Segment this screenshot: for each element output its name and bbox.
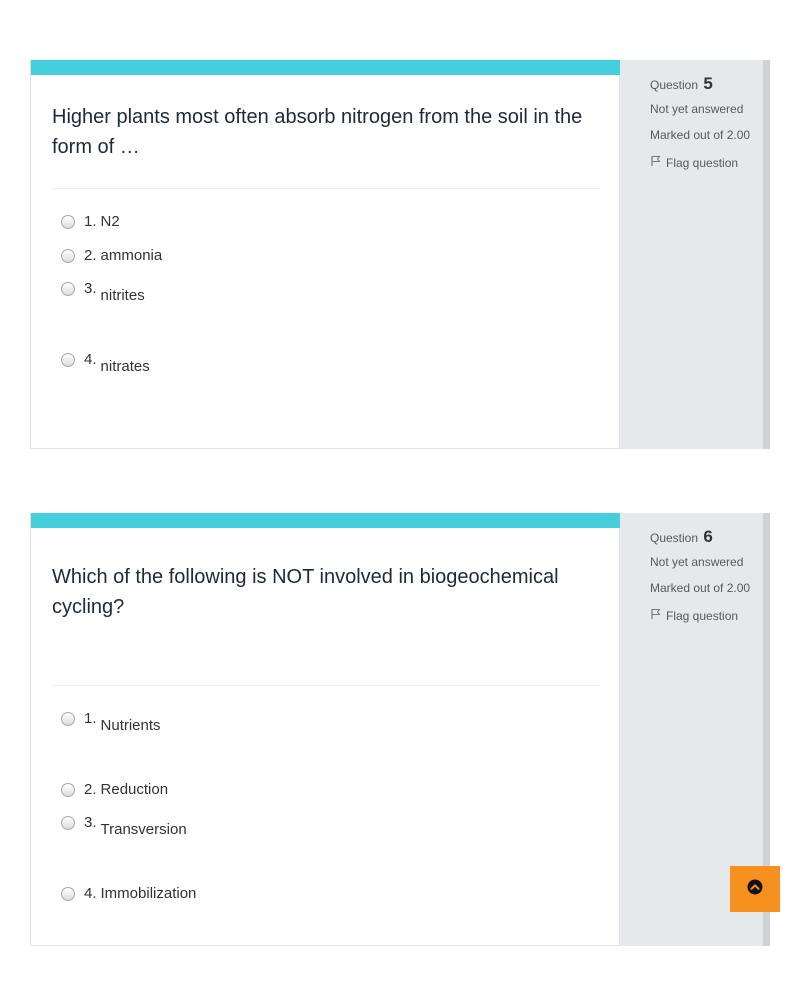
option-number: 2.	[84, 781, 97, 798]
radio-button[interactable]	[61, 282, 75, 296]
option-label: nitrites	[100, 287, 145, 304]
question-header-bar	[31, 60, 621, 75]
option-number: 4.	[84, 351, 97, 368]
answer-option-3[interactable]: 3. Transversion	[61, 814, 187, 838]
answer-option-2[interactable]: 2. Reduction	[61, 781, 168, 798]
question-state: Not yet answered	[650, 102, 744, 116]
flag-icon	[650, 608, 666, 623]
question-number-value: 5	[703, 74, 713, 93]
answer-option-2[interactable]: 2. ammonia	[61, 247, 162, 264]
question-state: Not yet answered	[650, 555, 744, 569]
question-label: Question	[650, 78, 699, 92]
question-label: Question	[650, 531, 699, 545]
flag-question-link[interactable]: Flag question	[650, 155, 738, 170]
radio-button[interactable]	[61, 887, 75, 901]
radio-button[interactable]	[61, 783, 75, 797]
flag-question-label: Flag question	[666, 155, 739, 170]
flag-question-link[interactable]: Flag question	[650, 608, 738, 623]
answer-option-3[interactable]: 3. nitrites	[61, 280, 145, 304]
radio-button[interactable]	[61, 816, 75, 830]
answer-option-4[interactable]: 4. nitrates	[61, 351, 150, 375]
question-content: Higher plants most often absorb nitrogen…	[30, 60, 621, 449]
option-label: Transversion	[100, 821, 187, 838]
option-label: Nutrients	[100, 717, 161, 734]
answer-option-1[interactable]: 1. Nutrients	[61, 710, 161, 734]
option-label: Immobilization	[100, 885, 197, 902]
option-number: 1.	[84, 710, 97, 727]
divider	[52, 685, 600, 686]
radio-button[interactable]	[61, 712, 75, 726]
question-grade: Marked out of 2.00	[650, 128, 751, 142]
option-label: ammonia	[100, 247, 163, 264]
option-number: 2.	[84, 247, 97, 264]
question-number: Question 6	[650, 527, 713, 547]
option-number: 4.	[84, 885, 97, 902]
question-text: Which of the following is NOT involved i…	[52, 566, 559, 618]
option-number: 3.	[84, 280, 97, 297]
option-label: N2	[100, 213, 120, 230]
question-grade: Marked out of 2.00	[650, 581, 751, 595]
question-content: Which of the following is NOT involved i…	[30, 513, 621, 946]
radio-button[interactable]	[61, 249, 75, 263]
radio-button[interactable]	[61, 215, 75, 229]
question-card-6: Which of the following is NOT involved i…	[30, 513, 770, 946]
question-card-5: Higher plants most often absorb nitrogen…	[30, 60, 770, 449]
chevron-up-circle-icon	[747, 879, 763, 900]
question-header-bar	[31, 513, 621, 528]
answer-option-1[interactable]: 1. N2	[61, 213, 120, 230]
question-info-panel: Question 5 Not yet answered Marked out o…	[620, 60, 770, 449]
radio-button[interactable]	[61, 353, 75, 367]
back-to-top-button[interactable]	[730, 866, 780, 912]
option-label: nitrates	[100, 358, 150, 375]
flag-question-label: Flag question	[666, 608, 739, 623]
option-label: Reduction	[100, 781, 169, 798]
divider	[52, 188, 600, 189]
flag-icon	[650, 155, 666, 170]
question-text: Higher plants most often absorb nitrogen…	[52, 106, 583, 158]
answer-option-4[interactable]: 4. Immobilization	[61, 885, 196, 902]
option-number: 3.	[84, 814, 97, 831]
question-number-value: 6	[703, 527, 713, 546]
option-number: 1.	[84, 213, 97, 230]
question-number: Question 5	[650, 74, 713, 94]
